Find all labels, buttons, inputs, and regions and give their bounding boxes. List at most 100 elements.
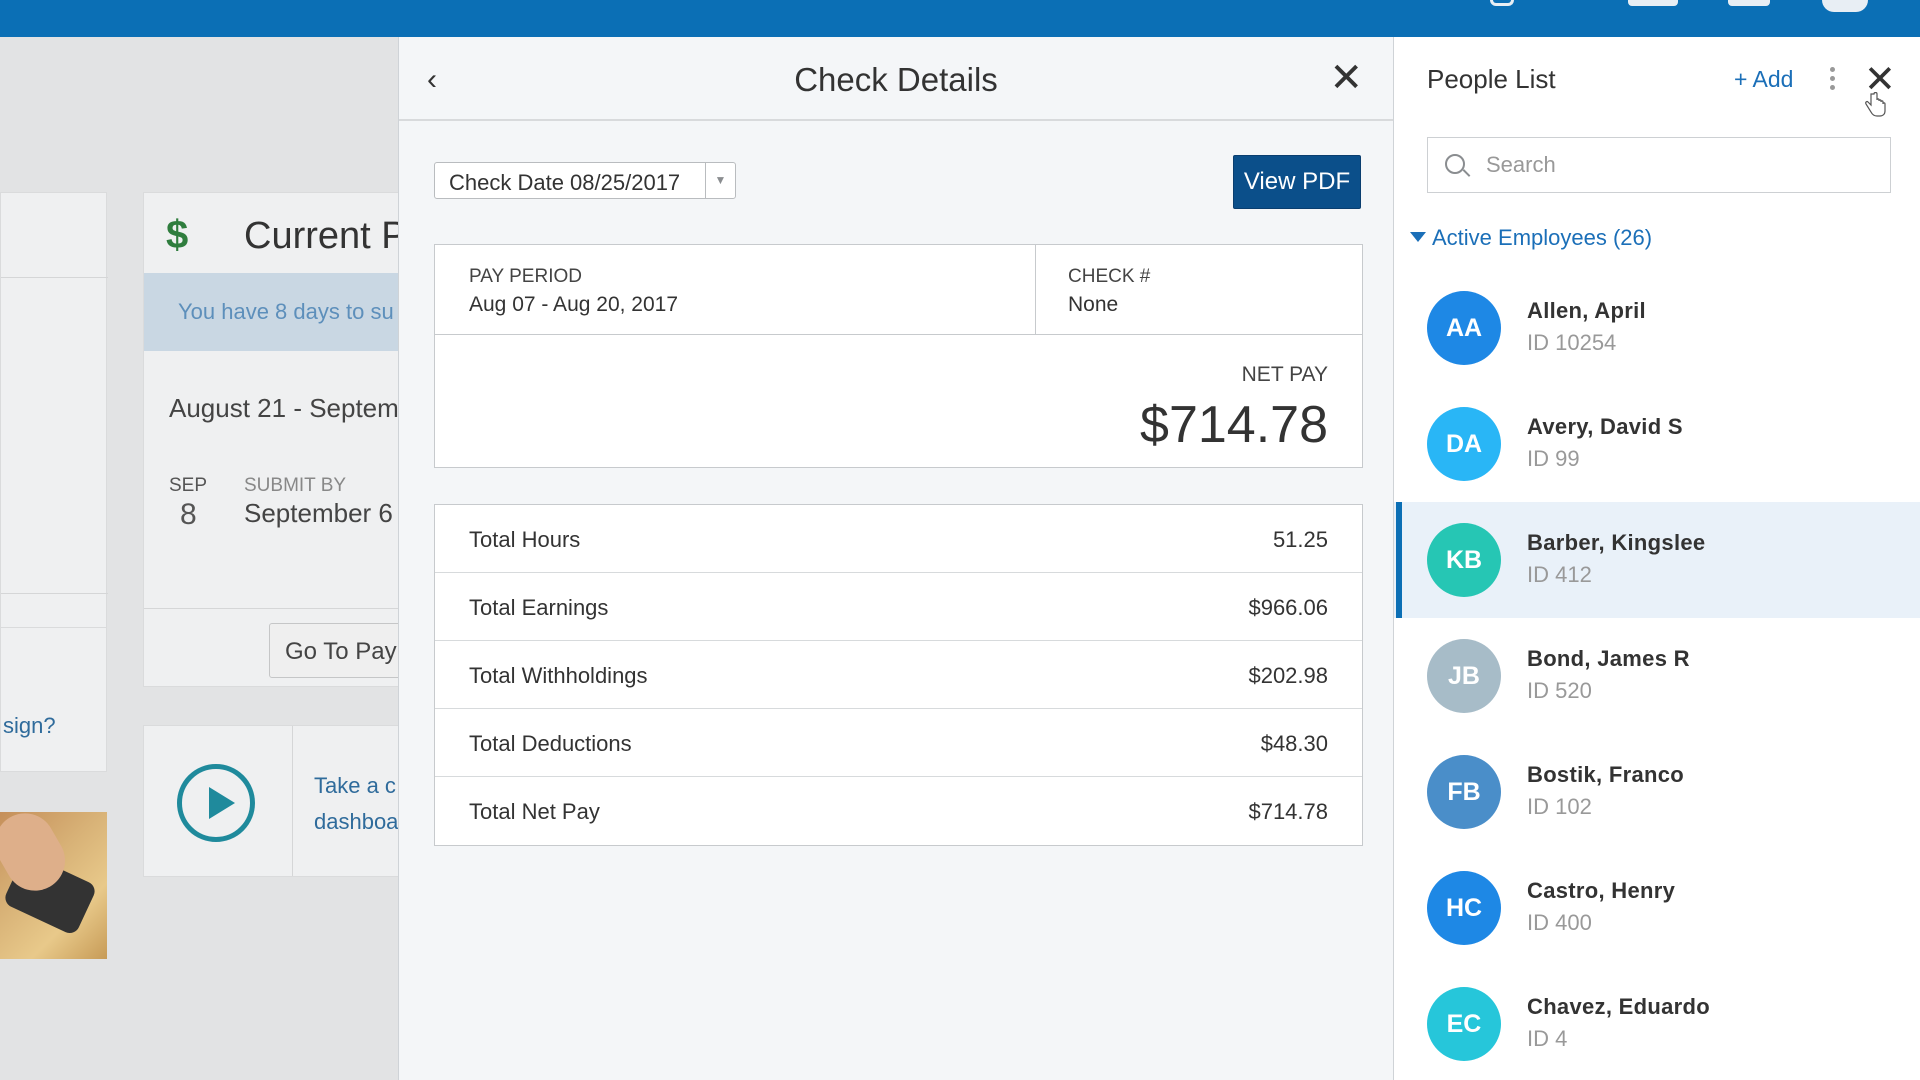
card-title: Current P: [244, 215, 400, 257]
check-details-panel: ‹ Check Details ✕ Check Date 08/25/2017 …: [398, 37, 1394, 1080]
people-list-panel: People List + Add ✕ Active Employees (26…: [1394, 37, 1920, 1080]
left-card: [0, 192, 108, 632]
row-value: 51.25: [1272, 527, 1328, 552]
row-label: Total Net Pay: [469, 799, 600, 824]
avatar: AA: [1427, 291, 1501, 365]
row-label: Total Withholdings: [469, 663, 648, 688]
submit-by-date: September 6: [244, 498, 393, 528]
person-name: Barber, Kingslee: [1527, 530, 1706, 555]
net-pay-label: NET PAY: [1241, 363, 1328, 386]
top-app-bar: [0, 0, 1920, 37]
calendar-month: SEP: [169, 475, 208, 496]
search-field[interactable]: [1427, 137, 1891, 193]
summary-top-row: [435, 245, 1362, 335]
question-card: sign?: [0, 627, 107, 772]
list-item[interactable]: KB Barber, Kingslee ID 412: [1394, 502, 1920, 618]
avatar: EC: [1427, 987, 1501, 1061]
close-icon[interactable]: ✕: [1329, 55, 1363, 101]
list-item[interactable]: FB Bostik, Franco ID 102: [1394, 734, 1920, 850]
go-to-payroll-button[interactable]: Go To Payr: [269, 623, 400, 678]
person-id: ID 400: [1527, 910, 1592, 935]
tour-line-1: Take a c: [314, 773, 396, 798]
avatar: KB: [1427, 523, 1501, 597]
search-icon: [1445, 154, 1465, 174]
divider: [1035, 245, 1036, 335]
messages-icon[interactable]: [1728, 0, 1770, 6]
table-row: Total Deductions $48.30: [435, 709, 1362, 777]
group-label: Active Employees (26): [1432, 225, 1653, 250]
person-name: Bond, James R: [1527, 646, 1690, 671]
pay-period-label: PAY PERIOD: [469, 266, 582, 287]
divider: [292, 726, 293, 876]
row-value: $966.06: [1248, 595, 1328, 620]
more-options-icon[interactable]: [1830, 67, 1836, 93]
user-avatar[interactable]: [1822, 0, 1868, 12]
avatar: DA: [1427, 407, 1501, 481]
apps-icon[interactable]: [1628, 0, 1678, 6]
search-input[interactable]: [1486, 150, 1876, 180]
table-row: Total Net Pay $714.78: [435, 777, 1362, 845]
list-item[interactable]: HC Castro, Henry ID 400: [1394, 850, 1920, 966]
list-item[interactable]: EC Chavez, Eduardo ID 4: [1394, 966, 1920, 1080]
row-label: Total Hours: [469, 527, 581, 552]
panel-title: People List: [1427, 64, 1556, 94]
people-list: AA Allen, April ID 10254 DA Avery, David S ID…: [1394, 270, 1920, 1080]
list-item[interactable]: JB Bond, James R ID 520: [1394, 618, 1920, 734]
triangle-down-icon: [1410, 232, 1426, 243]
submit-by-label: SUBMIT BY: [244, 475, 347, 496]
totals-table: Total Hours 51.25 Total Earnings $966.06…: [434, 504, 1363, 846]
person-name: Castro, Henry: [1527, 878, 1676, 903]
net-pay-amount: $714.78: [1140, 396, 1328, 454]
row-value: $202.98: [1248, 663, 1328, 688]
view-pdf-button[interactable]: View PDF: [1233, 155, 1361, 209]
dollar-icon: $: [166, 213, 189, 257]
avatar: FB: [1427, 755, 1501, 829]
row-label: Total Deductions: [469, 731, 632, 756]
person-id: ID 412: [1527, 562, 1592, 587]
table-row: Total Hours 51.25: [435, 505, 1362, 573]
help-icon[interactable]: [1490, 0, 1514, 6]
person-id: ID 102: [1527, 794, 1592, 819]
person-id: ID 99: [1527, 446, 1580, 471]
dropdown-arrow-icon[interactable]: ▼: [705, 163, 735, 198]
go-to-payroll-label: Go To Payr: [285, 638, 400, 665]
person-name: Allen, April: [1527, 298, 1646, 323]
divider: [144, 608, 400, 609]
table-row: Total Withholdings $202.98: [435, 641, 1362, 709]
dashboard-background: sign? $ Current P You have 8 days to su …: [0, 37, 400, 1080]
deadline-notice: You have 8 days to su: [144, 273, 400, 351]
row-label: Total Earnings: [469, 595, 609, 620]
check-date-value: Check Date 08/25/2017: [449, 170, 681, 195]
active-employees-group-toggle[interactable]: Active Employees (26): [1410, 225, 1652, 251]
promo-image: [0, 802, 107, 959]
check-number-label: CHECK #: [1068, 266, 1151, 287]
panel-header: ‹ Check Details ✕: [399, 37, 1393, 121]
tour-line-2: dashboa: [314, 809, 399, 834]
avatar: HC: [1427, 871, 1501, 945]
check-number-value: None: [1068, 293, 1119, 316]
question-link[interactable]: sign?: [3, 713, 56, 739]
add-person-button[interactable]: + Add: [1734, 66, 1793, 93]
list-item[interactable]: DA Avery, David S ID 99: [1394, 386, 1920, 502]
card-header: $ Current P: [144, 193, 400, 273]
person-id: ID 520: [1527, 678, 1592, 703]
current-payroll-card: $ Current P You have 8 days to su August…: [143, 192, 400, 687]
person-name: Chavez, Eduardo: [1527, 994, 1710, 1019]
person-id: ID 10254: [1527, 330, 1617, 355]
divider: [1, 277, 108, 278]
row-value: $714.78: [1248, 799, 1328, 824]
check-summary: PAY PERIOD Aug 07 - Aug 20, 2017 CHECK #…: [434, 244, 1363, 468]
list-item[interactable]: AA Allen, April ID 10254: [1394, 270, 1920, 386]
tour-card: Take a c dashboa: [143, 725, 400, 877]
person-name: Bostik, Franco: [1527, 762, 1685, 787]
person-name: Avery, David S: [1527, 414, 1683, 439]
divider: [1, 593, 108, 594]
avatar: JB: [1427, 639, 1501, 713]
play-icon[interactable]: [177, 764, 255, 842]
person-id: ID 4: [1527, 1026, 1568, 1051]
table-row: Total Earnings $966.06: [435, 573, 1362, 641]
tour-text[interactable]: Take a c dashboa: [314, 768, 398, 840]
row-value: $48.30: [1260, 731, 1328, 756]
pay-period-range: August 21 - Septem: [169, 393, 399, 423]
check-date-select[interactable]: Check Date 08/25/2017 ▼: [434, 162, 736, 199]
